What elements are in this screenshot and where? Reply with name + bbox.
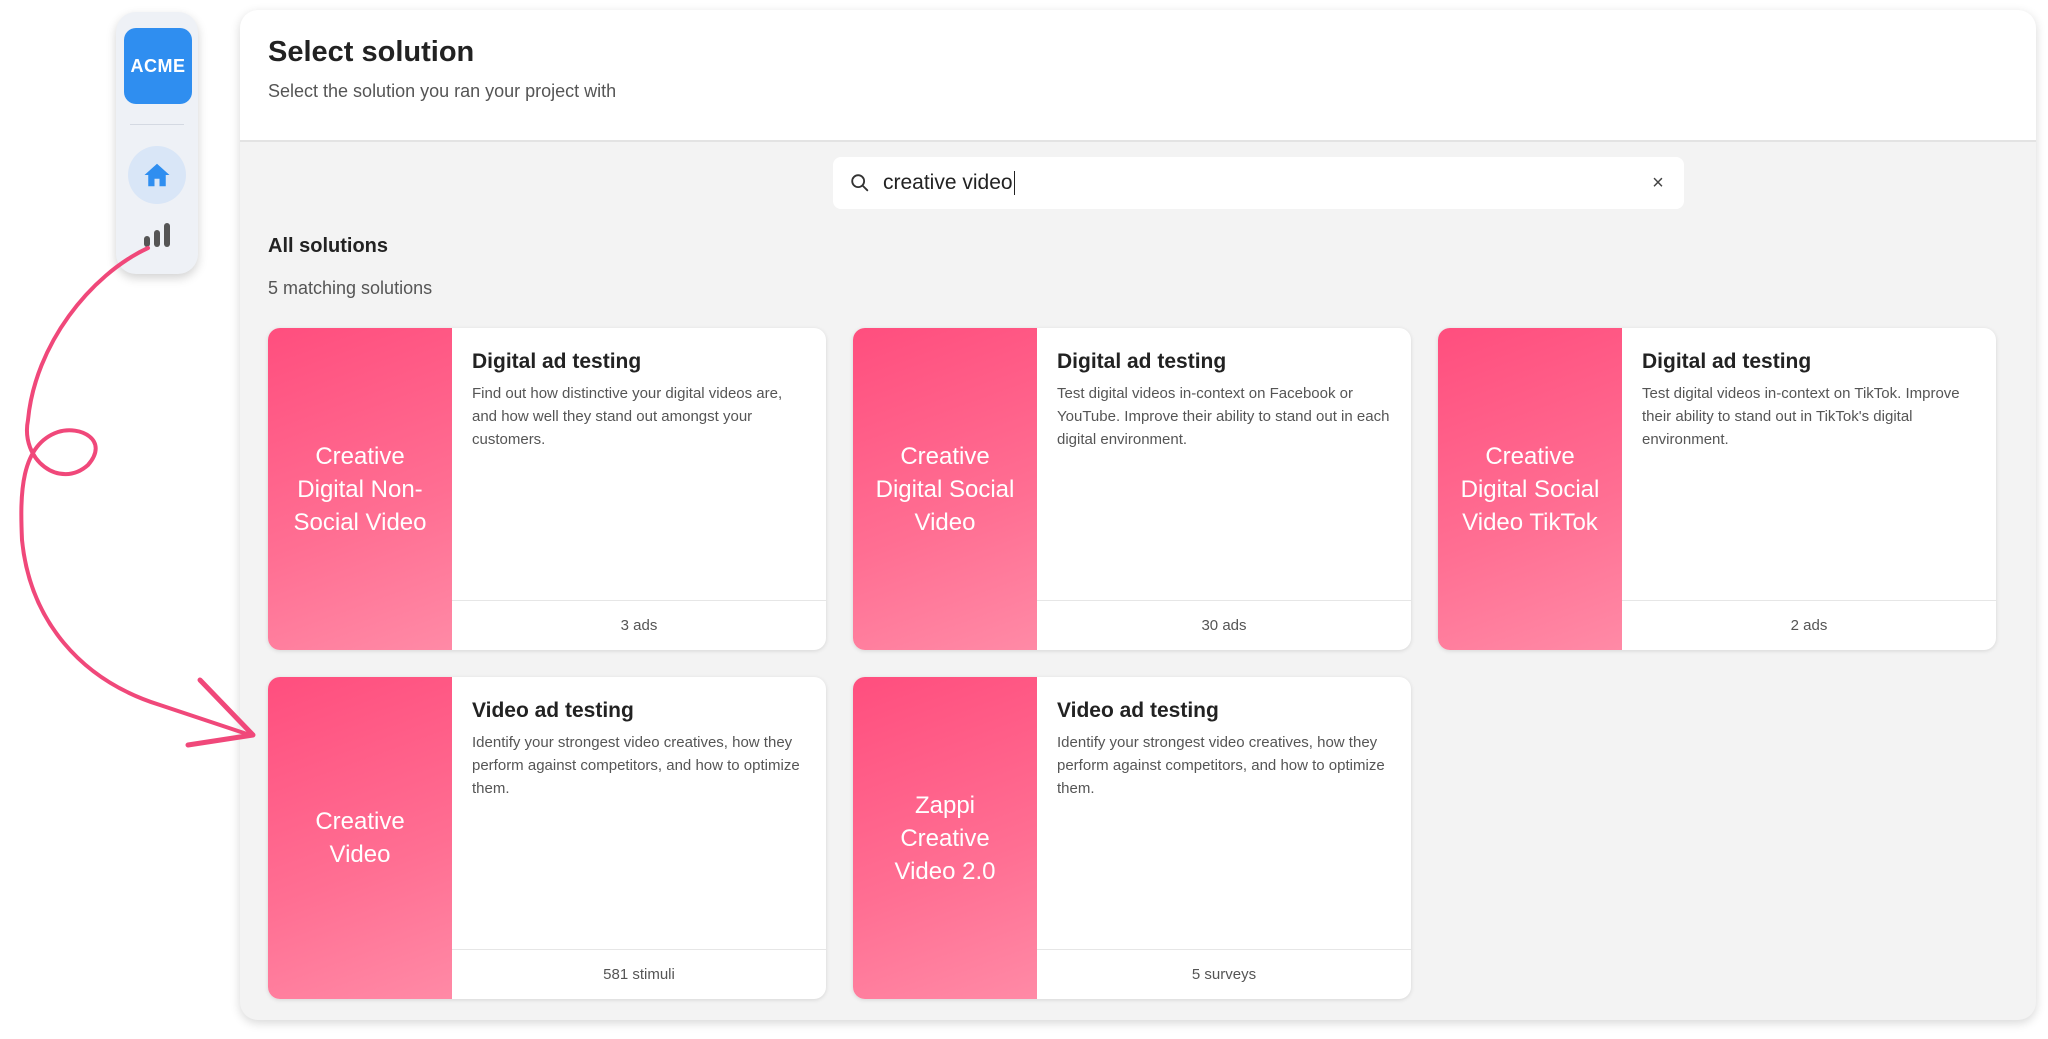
card-footer-count: 3 ads bbox=[452, 600, 826, 650]
card-description: Test digital videos in-context on Facebo… bbox=[1057, 385, 1390, 448]
search-input[interactable]: creative video bbox=[883, 170, 1648, 196]
search-input-value: creative video bbox=[883, 170, 1013, 194]
search-box[interactable]: creative video × bbox=[833, 157, 1684, 209]
solution-thumbnail: Creative Digital Non-Social Video bbox=[268, 328, 452, 650]
bar-chart-icon bbox=[144, 223, 170, 247]
card-title: Video ad testing bbox=[1057, 699, 1219, 722]
page-title: Select solution bbox=[268, 36, 475, 68]
card-title: Digital ad testing bbox=[1642, 350, 1812, 373]
card-title: Video ad testing bbox=[472, 699, 634, 722]
card-footer-count: 5 surveys bbox=[1037, 949, 1411, 999]
card-description: Identify your strongest video creatives,… bbox=[1057, 734, 1385, 797]
acme-logo[interactable]: ACME bbox=[124, 28, 192, 104]
solution-thumbnail: Creative Digital Social Video bbox=[853, 328, 1037, 650]
home-button[interactable] bbox=[128, 146, 186, 204]
card-body: Video ad testing Identify your strongest… bbox=[1037, 677, 1411, 949]
rail-divider bbox=[130, 124, 184, 125]
card-description: Test digital videos in-context on TikTok… bbox=[1642, 385, 1960, 448]
solution-card[interactable]: Creative Video Video ad testing Identify… bbox=[268, 677, 826, 999]
card-title: Digital ad testing bbox=[472, 350, 642, 373]
page-subtitle: Select the solution you ran your project… bbox=[268, 81, 617, 101]
solution-thumbnail: Creative Digital Social Video TikTok bbox=[1438, 328, 1622, 650]
result-count: 5 matching solutions bbox=[268, 278, 433, 298]
card-body: Digital ad testing Test digital videos i… bbox=[1037, 328, 1411, 600]
card-footer-count: 30 ads bbox=[1037, 600, 1411, 650]
search-icon bbox=[851, 174, 869, 192]
section-title: All solutions bbox=[268, 235, 388, 257]
card-footer-count: 581 stimuli bbox=[452, 949, 826, 999]
card-title: Digital ad testing bbox=[1057, 350, 1227, 373]
text-caret bbox=[1013, 171, 1016, 196]
solution-card[interactable]: Creative Digital Social Video Digital ad… bbox=[853, 328, 1411, 650]
home-icon bbox=[144, 163, 170, 187]
solution-card[interactable]: Creative Digital Non-Social Video Digita… bbox=[268, 328, 826, 650]
card-body: Digital ad testing Find out how distinct… bbox=[452, 328, 826, 600]
card-description: Identify your strongest video creatives,… bbox=[472, 734, 800, 797]
close-icon[interactable]: × bbox=[1648, 172, 1668, 194]
select-solution-panel: Select solution Select the solution you … bbox=[240, 10, 2036, 1020]
solution-card[interactable]: Zappi Creative Video 2.0 Video ad testin… bbox=[853, 677, 1411, 999]
solution-thumbnail: Creative Video bbox=[268, 677, 452, 999]
analytics-button[interactable] bbox=[140, 218, 174, 252]
card-body: Digital ad testing Test digital videos i… bbox=[1622, 328, 1996, 600]
solution-card[interactable]: Creative Digital Social Video TikTok Dig… bbox=[1438, 328, 1996, 650]
card-footer-count: 2 ads bbox=[1622, 600, 1996, 650]
card-body: Video ad testing Identify your strongest… bbox=[452, 677, 826, 949]
panel-header: Select solution Select the solution you … bbox=[240, 10, 2036, 142]
app-rail: ACME bbox=[116, 12, 198, 274]
solution-thumbnail: Zappi Creative Video 2.0 bbox=[853, 677, 1037, 999]
card-description: Find out how distinctive your digital vi… bbox=[472, 385, 783, 448]
